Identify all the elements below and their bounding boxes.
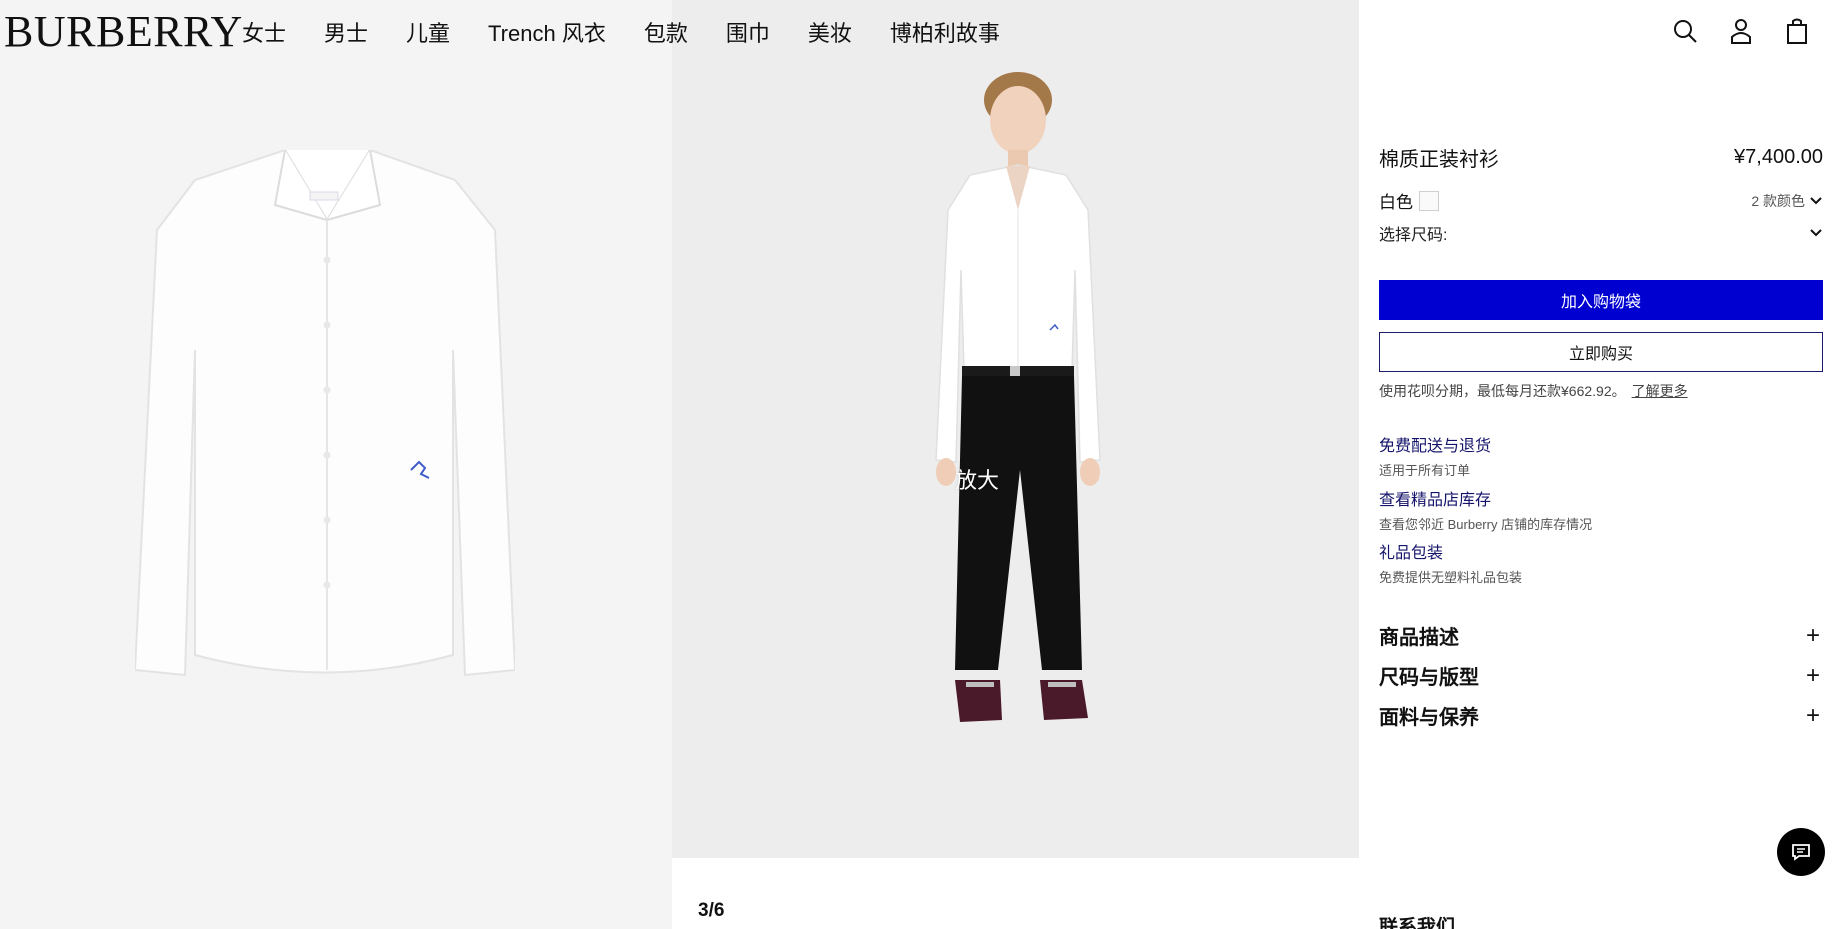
nav-beauty[interactable]: 美妆 [808,16,852,48]
header-actions [1657,14,1825,48]
add-to-bag-button[interactable]: 加入购物袋 [1379,280,1823,320]
nav-stories[interactable]: 博柏利故事 [890,16,1000,48]
product-title: 棉质正装衬衫 [1379,149,1499,171]
accordion-label: 面料与保养 [1379,707,1479,729]
plus-icon: + [1805,701,1820,729]
title-row: 棉质正装衬衫 ¥7,400.00 [1379,143,1823,172]
accordion-fabric-care[interactable]: 面料与保养 + [1379,701,1823,730]
gift-wrap-link[interactable]: 礼品包装 [1379,539,1823,563]
color-row: 白色 2 款颜色 [1379,188,1823,213]
shipping-returns-subtitle: 适用于所有订单 [1379,463,1471,478]
product-gallery: 放大 3/6 [0,0,1359,929]
image-counter: 3/6 [698,900,725,921]
accordion-label: 尺码与版型 [1379,667,1479,689]
model-illustration [935,72,1101,722]
chat-button[interactable] [1777,828,1825,876]
installment-text: 使用花呗分期，最低每月还款¥662.92。 [1379,383,1626,399]
site-header: BURBERRY 女士 男士 儿童 Trench 风衣 包款 围巾 美妆 博柏利… [0,0,1359,62]
service-gift-wrap: 礼品包装 免费提供无塑料礼品包装 [1379,539,1823,586]
nav-women[interactable]: 女士 [242,16,286,48]
contact-us-heading[interactable]: 联系我们 [1379,912,1823,929]
chat-icon [1792,844,1810,861]
gift-wrap-subtitle: 免费提供无塑料礼品包装 [1379,570,1523,585]
installment-info: 使用花呗分期，最低每月还款¥662.92。 了解更多 [1379,381,1823,401]
product-details-panel: 棉质正装衬衫 ¥7,400.00 白色 2 款颜色 选择尺码: 加入购物袋 立即… [1359,0,1837,929]
product-image-flat[interactable] [0,0,672,929]
nav-men[interactable]: 男士 [324,16,368,48]
accordion-size-fit[interactable]: 尺码与版型 + [1379,661,1823,690]
service-shipping: 免费配送与退货 适用于所有订单 [1379,432,1823,479]
shipping-returns-link[interactable]: 免费配送与退货 [1379,432,1823,456]
nav-scarves[interactable]: 围巾 [726,16,770,48]
nav-children[interactable]: 儿童 [406,16,450,48]
learn-more-link[interactable]: 了解更多 [1632,383,1688,399]
service-store-stock: 查看精品店库存 查看您邻近 Burberry 店铺的库存情况 [1379,486,1823,533]
brand-logo[interactable]: BURBERRY [4,6,243,57]
accordion-label: 商品描述 [1379,627,1459,649]
store-stock-subtitle: 查看您邻近 Burberry 店铺的库存情况 [1379,517,1593,532]
color-count-label: 2 款颜色 [1751,192,1805,209]
nav-trench[interactable]: Trench 风衣 [488,16,606,48]
color-swatch-white[interactable] [1419,190,1439,211]
accordion-description[interactable]: 商品描述 + [1379,621,1823,650]
color-count-dropdown[interactable]: 2 款颜色 [1751,191,1823,211]
plus-icon: + [1805,621,1820,649]
zoom-label[interactable]: 放大 [955,463,999,495]
color-selector: 白色 [1379,188,1439,213]
size-selector[interactable]: 选择尺码: [1379,221,1823,245]
nav-bags[interactable]: 包款 [644,16,688,48]
search-icon[interactable] [1657,14,1713,48]
product-price: ¥7,400.00 [1734,146,1823,168]
color-label: 白色 [1379,193,1413,212]
main-nav: 女士 男士 儿童 Trench 风衣 包款 围巾 美妆 博柏利故事 [242,16,1038,48]
shirt-flat-illustration [135,150,515,677]
buy-now-button[interactable]: 立即购买 [1379,332,1823,372]
chevron-down-icon [1810,229,1822,237]
chevron-down-icon [1810,196,1822,204]
store-stock-link[interactable]: 查看精品店库存 [1379,486,1823,510]
shopping-bag-icon[interactable] [1769,14,1825,48]
gallery-next-image [672,858,1359,929]
size-label: 选择尺码: [1379,227,1448,244]
plus-icon: + [1805,661,1820,689]
account-icon[interactable] [1713,14,1769,48]
